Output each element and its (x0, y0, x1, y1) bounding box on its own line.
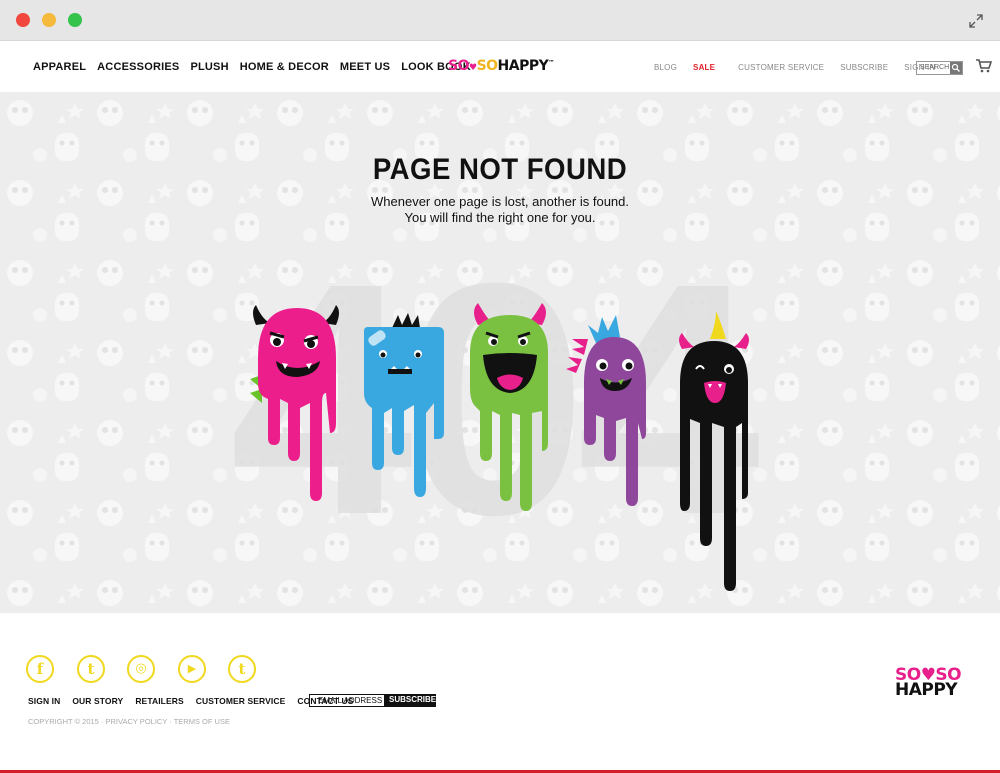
site-header: APPAREL ACCESSORIES PLUSH HOME & DECOR M… (0, 41, 1000, 93)
site-footer: f t ◎ ▶ t SIGN IN OUR STORY RETAILERS CU… (0, 613, 1000, 773)
search-placeholder: SEARCH (920, 64, 950, 71)
subscribe-button[interactable]: SUBSCRIBE (385, 694, 436, 707)
pink-monster (250, 305, 339, 501)
minimize-window-icon[interactable] (42, 13, 56, 27)
utility-nav: BLOG SALE CUSTOMER SERVICE SUBSCRIBE SIG… (654, 63, 951, 72)
footer-customer-service[interactable]: CUSTOMER SERVICE (196, 696, 286, 706)
instagram-icon[interactable]: ◎ (127, 655, 155, 683)
not-found-hero: 404 PAGE NOT FOUND Whenever one page is … (0, 93, 1000, 613)
nav-blog[interactable]: BLOG (654, 63, 677, 72)
logo-so-1: SO (448, 58, 469, 74)
logo-heart-icon: ♥ (468, 63, 477, 73)
logo-tm: ™ (548, 59, 554, 67)
logo-happy: HAPPY (497, 58, 549, 74)
maximize-window-icon[interactable] (68, 13, 82, 27)
search-input[interactable]: SEARCH (916, 61, 963, 75)
nav-subscribe[interactable]: SUBSCRIBE (840, 63, 888, 72)
cart-icon[interactable] (976, 59, 992, 73)
fullscreen-icon[interactable] (968, 13, 984, 29)
search-icon[interactable] (950, 62, 962, 74)
brand-logo[interactable]: SO♥SOHAPPY™ (448, 58, 554, 74)
green-monster (470, 303, 548, 511)
blue-monster (364, 313, 444, 497)
email-field[interactable]: EMAIL ADDRESS (309, 694, 385, 707)
footer-retailers[interactable]: RETAILERS (135, 696, 183, 706)
copyright-text: COPYRIGHT © 2015 · PRIVACY POLICY · TERM… (28, 717, 230, 726)
monsters-illustration (250, 303, 749, 591)
nav-meet-us[interactable]: MEET US (340, 61, 390, 73)
tumblr-icon[interactable]: t (228, 655, 256, 683)
nav-customer-service[interactable]: CUSTOMER SERVICE (738, 63, 824, 72)
footer-logo-line-2: HAPPY (895, 680, 958, 700)
nav-apparel[interactable]: APPAREL (33, 61, 86, 73)
nav-sale[interactable]: SALE (693, 63, 715, 72)
black-monster (679, 311, 749, 591)
facebook-icon[interactable]: f (26, 655, 54, 683)
close-window-icon[interactable] (16, 13, 30, 27)
footer-sign-in[interactable]: SIGN IN (28, 696, 60, 706)
twitter-icon[interactable]: t (77, 655, 105, 683)
browser-chrome (0, 0, 1000, 41)
footer-logo[interactable]: SO♥SO HAPPY (895, 667, 962, 700)
purple-monster (566, 315, 646, 506)
logo-so-2: SO (476, 58, 498, 74)
youtube-icon[interactable]: ▶ (178, 655, 206, 683)
nav-accessories[interactable]: ACCESSORIES (97, 61, 179, 73)
nav-plush[interactable]: PLUSH (190, 61, 228, 73)
nav-home-decor[interactable]: HOME & DECOR (240, 61, 329, 73)
main-nav: APPAREL ACCESSORIES PLUSH HOME & DECOR M… (33, 61, 482, 73)
footer-our-story[interactable]: OUR STORY (72, 696, 123, 706)
